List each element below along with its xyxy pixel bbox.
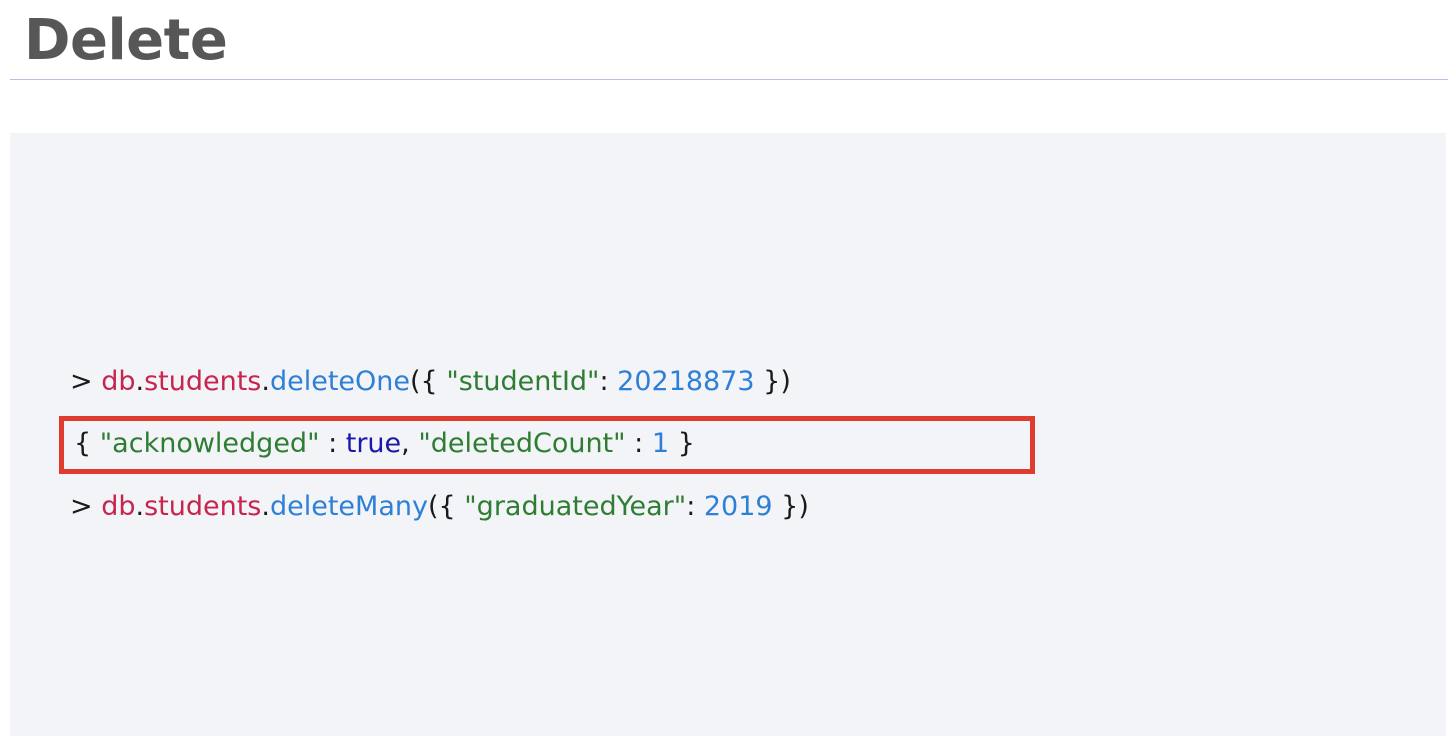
- colon: :: [686, 491, 704, 522]
- filter-value: 2019: [703, 491, 773, 522]
- shell-prompt: >: [70, 491, 93, 522]
- close-brace: }): [772, 491, 809, 522]
- collection-name: students: [144, 491, 262, 522]
- filter-value: 20218873: [617, 366, 755, 397]
- close-brace: }): [754, 366, 791, 397]
- open-brace: ({: [410, 366, 447, 397]
- dot: .: [261, 491, 270, 522]
- slide-title: Delete: [24, 8, 228, 73]
- method-name: deleteOne: [269, 366, 411, 397]
- dot: .: [261, 366, 270, 397]
- code-line-delete-one: > db.students.deleteOne({ "studentId": 2…: [70, 362, 791, 402]
- db-object: db: [101, 366, 136, 397]
- open-brace: ({: [427, 491, 465, 522]
- dot: .: [135, 366, 145, 397]
- dot: .: [135, 491, 145, 522]
- collection-name: students: [144, 366, 262, 397]
- colon: :: [599, 366, 618, 397]
- filter-key: "graduatedYear": [464, 491, 687, 522]
- filter-key: "studentId": [446, 366, 600, 397]
- result-highlight-box: [59, 416, 1035, 474]
- shell-prompt: >: [70, 366, 93, 397]
- title-divider: [10, 79, 1448, 80]
- db-object: db: [101, 491, 136, 522]
- slide: Delete > db.students.deleteOne({ "studen…: [0, 0, 1456, 736]
- code-line-delete-many: > db.students.deleteMany({ "graduatedYea…: [70, 487, 809, 527]
- method-name: deleteMany: [269, 491, 428, 522]
